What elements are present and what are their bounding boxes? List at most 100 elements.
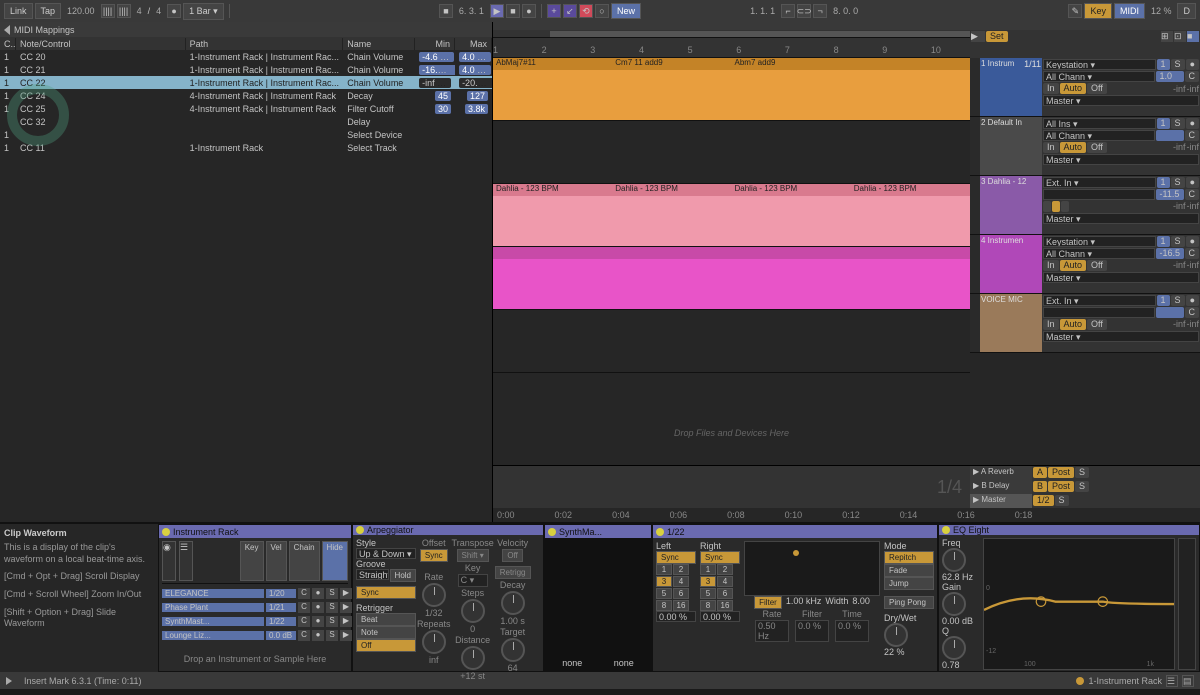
key-map-button[interactable]: Key <box>1084 3 1112 19</box>
arp-groove-select[interactable]: Straight ▾ <box>356 569 389 580</box>
drop-files-area[interactable]: Drop Files and Devices Here <box>493 373 970 465</box>
in-button[interactable]: In <box>1043 142 1059 153</box>
delay-repitch[interactable]: Repitch <box>884 551 934 564</box>
channel-select[interactable]: All Chann ▾ <box>1043 71 1155 82</box>
delay-left-division-4[interactable]: 4 <box>673 576 689 587</box>
delay-left-division-1[interactable]: 1 <box>656 564 672 575</box>
arp-decay-knob[interactable] <box>501 591 525 615</box>
macro-view-icon[interactable]: ◉ <box>162 541 176 581</box>
midi-map-button[interactable]: MIDI <box>1114 3 1145 19</box>
io-toggle-icon[interactable]: ⊞ <box>1161 31 1173 42</box>
output-select[interactable]: Master ▾ <box>1043 213 1199 224</box>
midi-from-select[interactable]: Keystation ▾ <box>1043 59 1156 70</box>
delay-right-division-1[interactable]: 1 <box>700 564 716 575</box>
auto-button[interactable]: Auto <box>1060 83 1087 94</box>
midi-from-select[interactable]: Ext. In ▾ <box>1043 295 1156 306</box>
loop-length[interactable]: 8. 0. 0 <box>829 4 862 18</box>
delay-mod-time[interactable]: 0.0 % <box>835 620 869 642</box>
status-view-icon[interactable]: ☰ <box>1166 675 1178 687</box>
status-track[interactable]: 1-Instrument Rack <box>1088 676 1162 686</box>
off-button[interactable] <box>1061 201 1069 212</box>
clip[interactable]: Dahlia - 123 BPM <box>732 184 851 246</box>
link-button[interactable]: Link <box>4 3 33 19</box>
track-lane[interactable]: Dahlia - 123 BPMDahlia - 123 BPMDahlia -… <box>493 184 970 247</box>
stop-button[interactable]: ■ <box>506 4 520 18</box>
solo-button[interactable]: S <box>1171 118 1185 129</box>
delay-left-offset[interactable]: 0.00 % <box>656 611 696 622</box>
chain-row[interactable]: ELEGANCE1/20C●S▶ <box>162 587 352 600</box>
delay-left-division-5[interactable]: 5 <box>656 588 672 599</box>
return-track[interactable]: ▶ A ReverbAPostS <box>970 466 1200 480</box>
delay-left-division-8[interactable]: 8 <box>656 600 672 611</box>
arp-hold-button[interactable]: Hold <box>390 569 416 582</box>
arp-rate-knob[interactable] <box>422 583 446 607</box>
solo-button[interactable]: S <box>1171 59 1185 70</box>
delay-left-sync[interactable]: Sync <box>656 551 696 564</box>
synth-power-icon[interactable] <box>548 528 556 536</box>
delay-right-division-3[interactable]: 3 <box>700 576 716 587</box>
arm-button[interactable]: ● <box>1186 177 1199 188</box>
delay-left-division-16[interactable]: 16 <box>673 600 689 611</box>
midi-mapping-row[interactable]: 1CC 111-Instrument RackSelect Track <box>0 141 492 154</box>
track-lane[interactable]: AbMaj7#11Cm7 11 add9Abm7 add9 <box>493 58 970 121</box>
off-button[interactable]: Off <box>1087 83 1107 94</box>
delay-right-division-8[interactable]: 8 <box>700 600 716 611</box>
delay-right-division-6[interactable]: 6 <box>717 588 733 599</box>
output-select[interactable]: Master ▾ <box>1043 331 1199 342</box>
channel-select[interactable] <box>1043 189 1155 200</box>
in-button[interactable] <box>1043 201 1051 212</box>
delay-mod-rate[interactable]: 0.50 Hz <box>755 620 789 642</box>
arp-distance-knob[interactable] <box>461 646 485 670</box>
midi-mapping-row[interactable]: 1Select Device <box>0 128 492 141</box>
new-button[interactable]: New <box>611 3 641 19</box>
panel-collapse-icon[interactable] <box>4 25 10 35</box>
in-button[interactable]: In <box>1043 319 1059 330</box>
midi-from-select[interactable]: All Ins ▾ <box>1043 118 1156 129</box>
time-ruler[interactable]: 0:000:020:040:060:080:100:120:140:160:18 <box>493 508 1200 522</box>
return-track[interactable]: ▶ B DelayBPostS <box>970 480 1200 494</box>
arp-key-select[interactable]: C ▾ <box>458 574 488 587</box>
volume-field[interactable]: 1.0 <box>1156 71 1184 82</box>
delay-right-division-5[interactable]: 5 <box>700 588 716 599</box>
eq-gain-knob[interactable] <box>942 592 966 616</box>
off-button[interactable]: Off <box>1087 260 1107 271</box>
delay-power-icon[interactable] <box>656 528 664 536</box>
output-select[interactable]: Master ▾ <box>1043 95 1199 106</box>
midi-mapping-row[interactable]: 1CC 211-Instrument Rack | Instrument Rac… <box>0 63 492 76</box>
record-button[interactable]: ● <box>522 4 536 18</box>
midi-mapping-row[interactable]: 1CC 244-Instrument Rack | Instrument Rac… <box>0 89 492 102</box>
play-button[interactable]: ▶ <box>490 4 504 18</box>
midi-mapping-row[interactable]: 1CC 221-Instrument Rack | Instrument Rac… <box>0 76 492 89</box>
arp-retrigger-off-button[interactable]: Off <box>356 639 416 652</box>
automation-arm-icon[interactable]: ↙ <box>563 4 577 18</box>
arp-steps-knob[interactable] <box>461 599 485 623</box>
nudge-up-icon[interactable]: |||| <box>117 4 131 18</box>
reenable-auto-icon[interactable]: ⟲ <box>579 4 593 18</box>
set-button[interactable]: Set <box>986 31 1008 42</box>
output-select[interactable]: Master ▾ <box>1043 272 1199 283</box>
solo-button[interactable]: S <box>1171 177 1185 188</box>
delay-pingpong[interactable]: Ping Pong <box>884 596 934 609</box>
track-header[interactable]: 4 Instrumen <box>980 235 1042 293</box>
clip[interactable]: AbMaj7#11 <box>493 58 612 120</box>
pan-field[interactable]: C <box>1185 130 1200 141</box>
arp-retrigg[interactable]: Retrigg <box>495 566 531 579</box>
delay-fade[interactable]: Fade <box>884 564 934 577</box>
tap-button[interactable]: Tap <box>35 3 62 19</box>
track-lane[interactable] <box>493 247 970 310</box>
key-zone-button[interactable]: Key <box>240 541 264 581</box>
volume-field[interactable] <box>1156 130 1184 141</box>
track-lane[interactable] <box>493 121 970 184</box>
loop-icon[interactable]: ⊂⊃ <box>797 4 811 18</box>
sends-toggle-icon[interactable]: ⊡ <box>1174 31 1186 42</box>
eq-display[interactable]: 100 1k 0 -12 <box>983 538 1175 670</box>
status-view2-icon[interactable]: ▤ <box>1182 675 1194 687</box>
volume-field[interactable]: -16.5 <box>1156 248 1184 259</box>
midi-from-select[interactable]: Ext. In ▾ <box>1043 177 1156 188</box>
delay-mod-filter[interactable]: 0.0 % <box>795 620 829 642</box>
chain-row[interactable]: Lounge Liz...0.0 dBC●S▶ <box>162 629 352 642</box>
mixer-toggle-icon[interactable]: ■ <box>1187 31 1199 42</box>
draw-mode-icon[interactable]: ✎ <box>1068 4 1082 18</box>
chain-view-icon[interactable]: ☰ <box>179 541 193 581</box>
midi-mapping-row[interactable]: 1CC 254-Instrument Rack | Instrument Rac… <box>0 102 492 115</box>
